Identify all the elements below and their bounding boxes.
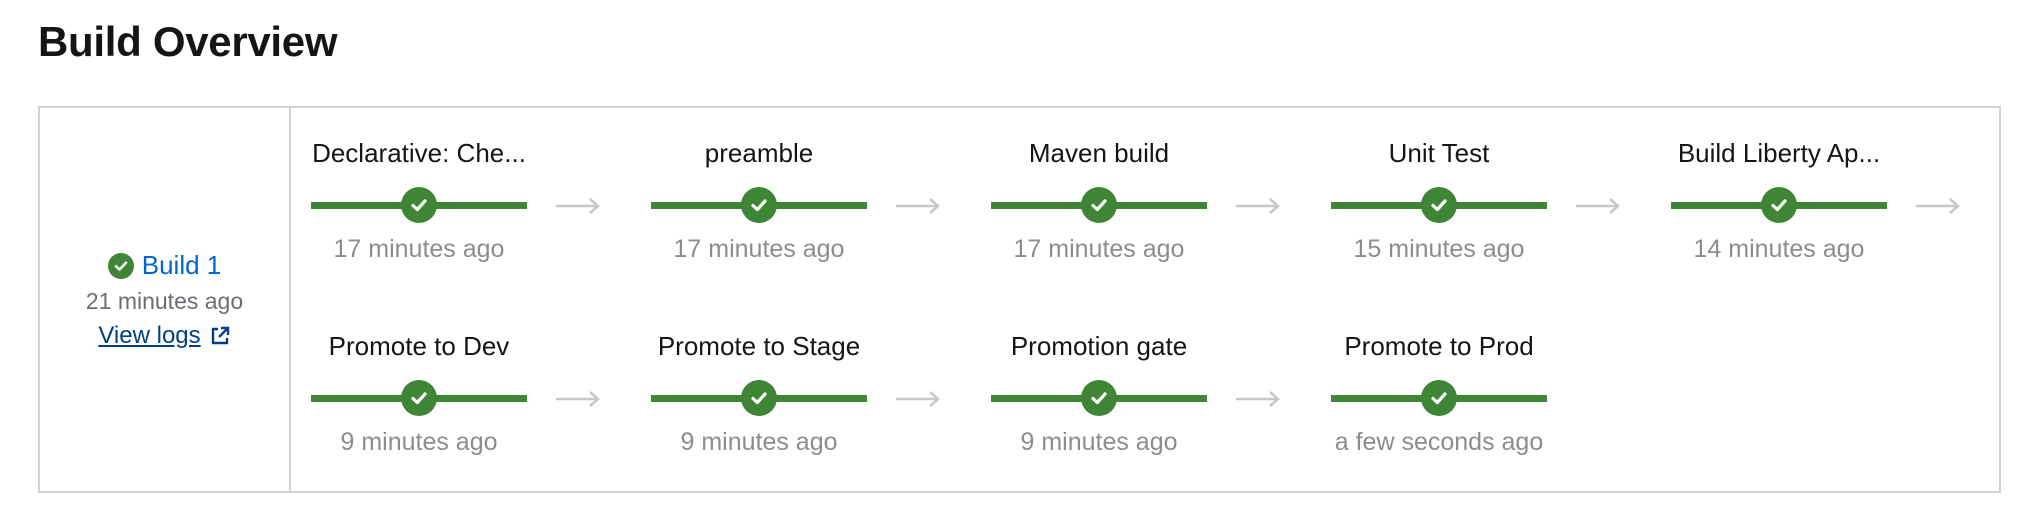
stage-time: 17 minutes ago	[673, 235, 845, 263]
arrow-right-icon	[1235, 389, 1281, 409]
stage-time: 9 minutes ago	[1020, 428, 1178, 456]
check-circle-icon	[1421, 380, 1457, 416]
check-circle-icon	[741, 187, 777, 223]
check-circle-icon	[107, 252, 134, 279]
external-link-icon[interactable]	[209, 325, 231, 347]
arrow-right-icon	[1235, 196, 1281, 216]
build-summary: Build 1 21 minutes ago View logs	[40, 108, 291, 491]
pipeline-stages: Declarative: Che... 17 minutes ago preambl…	[291, 108, 1999, 491]
build-link[interactable]: Build 1	[142, 250, 222, 281]
check-circle-icon	[1081, 187, 1117, 223]
stage-name: Promote to Dev	[328, 331, 510, 361]
stage-name: Declarative: Che...	[312, 138, 526, 168]
stage-time: 17 minutes ago	[333, 235, 505, 263]
arrow-right-icon	[555, 389, 601, 409]
build-title-row: Build 1	[40, 250, 289, 281]
build-panel: Build 1 21 minutes ago View logs Declara…	[38, 106, 2001, 493]
stage-time: 14 minutes ago	[1693, 235, 1865, 263]
pipeline-stage[interactable]: preamble 17 minutes ago	[651, 108, 867, 263]
check-circle-icon	[401, 380, 437, 416]
check-circle-icon	[401, 187, 437, 223]
pipeline-stage[interactable]: Promote to Dev 9 minutes ago	[311, 301, 527, 456]
view-logs-link[interactable]: View logs	[98, 322, 200, 350]
build-time: 21 minutes ago	[85, 288, 244, 314]
stage-name: Maven build	[1028, 138, 1170, 168]
pipeline-stage[interactable]: Declarative: Che... 17 minutes ago	[311, 108, 527, 263]
stage-name: preamble	[704, 138, 814, 168]
check-circle-icon	[741, 380, 777, 416]
arrow-right-icon	[1575, 196, 1621, 216]
stage-name: Promote to Prod	[1344, 331, 1534, 361]
pipeline-stage[interactable]: Promote to Prod a few seconds ago	[1331, 301, 1547, 456]
stage-time: 9 minutes ago	[680, 428, 838, 456]
arrow-right-icon	[555, 196, 601, 216]
stage-time: 9 minutes ago	[340, 428, 498, 456]
pipeline-stage[interactable]: Promotion gate 9 minutes ago	[991, 301, 1207, 456]
stage-time: a few seconds ago	[1334, 428, 1544, 456]
pipeline-stage[interactable]: Unit Test 15 minutes ago	[1331, 108, 1547, 263]
check-circle-icon	[1081, 380, 1117, 416]
stage-name: Promote to Stage	[657, 331, 861, 361]
view-logs-row: View logs	[40, 322, 289, 350]
stage-name: Build Liberty Ap...	[1677, 138, 1881, 168]
page-title: Build Overview	[38, 18, 338, 65]
stage-name: Unit Test	[1388, 138, 1490, 168]
stage-time: 17 minutes ago	[1013, 235, 1185, 263]
arrow-right-icon	[1915, 196, 1961, 216]
check-circle-icon	[1761, 187, 1797, 223]
pipeline-stage[interactable]: Build Liberty Ap... 14 minutes ago	[1671, 108, 1887, 263]
stage-name: Promotion gate	[1010, 331, 1188, 361]
pipeline-stage[interactable]: Promote to Stage 9 minutes ago	[651, 301, 867, 456]
arrow-right-icon	[895, 389, 941, 409]
stage-time: 15 minutes ago	[1353, 235, 1525, 263]
pipeline-stage[interactable]: Maven build 17 minutes ago	[991, 108, 1207, 263]
arrow-right-icon	[895, 196, 941, 216]
check-circle-icon	[1421, 187, 1457, 223]
